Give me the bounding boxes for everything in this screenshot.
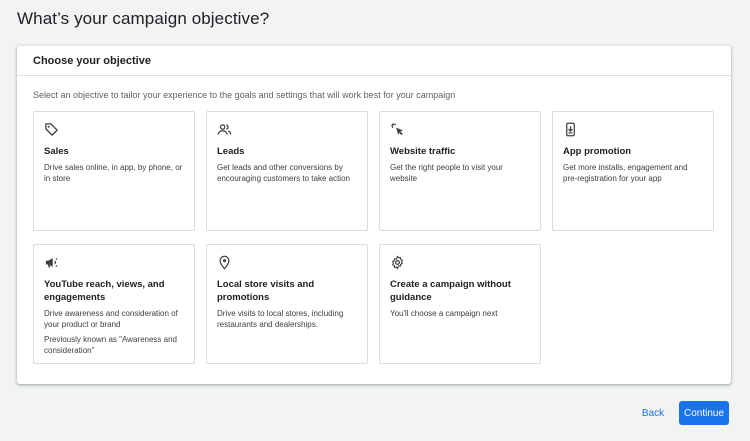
objective-card-app-promotion[interactable]: App promotion Get more installs, engagem… [552, 111, 714, 231]
objective-title: YouTube reach, views, and engagements [44, 279, 165, 303]
objective-note: Previously known as "Awareness and consi… [44, 335, 177, 355]
location-pin-icon [217, 255, 232, 270]
objective-card-local-store[interactable]: Local store visits and promotions Drive … [206, 244, 368, 364]
tag-icon [44, 122, 59, 137]
objective-title: Sales [44, 146, 69, 157]
phone-download-icon [563, 122, 578, 137]
objective-description: Drive awareness and consideration of you… [44, 309, 178, 329]
objective-description: Drive visits to local stores, including … [217, 309, 344, 329]
gear-icon [390, 255, 405, 270]
objective-card-no-guidance[interactable]: Create a campaign without guidance You'l… [379, 244, 541, 364]
back-button[interactable]: Back [634, 401, 672, 425]
objective-card-leads[interactable]: Leads Get leads and other conversions by… [206, 111, 368, 231]
objective-card-website-traffic[interactable]: Website traffic Get the right people to … [379, 111, 541, 231]
objective-panel: Choose your objective Select an objectiv… [17, 46, 731, 384]
objective-card-sales[interactable]: Sales Drive sales online, in app, by pho… [33, 111, 195, 231]
objective-description: Drive sales online, in app, by phone, or… [44, 163, 183, 183]
objective-title: Leads [217, 146, 245, 157]
objective-description: You'll choose a campaign next [390, 309, 498, 318]
page-title: What’s your campaign objective? [17, 9, 270, 28]
people-icon [217, 122, 232, 137]
objective-title: Local store visits and promotions [217, 279, 315, 303]
objective-title: App promotion [563, 146, 632, 157]
megaphone-icon [44, 255, 59, 270]
objective-description: Get leads and other conversions by encou… [217, 163, 350, 183]
panel-header: Choose your objective [17, 46, 731, 76]
objective-card-youtube-reach[interactable]: YouTube reach, views, and engagements Dr… [33, 244, 195, 364]
objective-description: Get the right people to visit your websi… [390, 163, 503, 183]
objective-title: Website traffic [390, 146, 456, 157]
panel-subtitle: Select an objective to tailor your exper… [33, 90, 456, 100]
cursor-click-icon [390, 122, 405, 137]
continue-button[interactable]: Continue [679, 401, 729, 425]
objective-description: Get more installs, engagement and pre-re… [563, 163, 688, 183]
objective-title: Create a campaign without guidance [390, 279, 511, 303]
